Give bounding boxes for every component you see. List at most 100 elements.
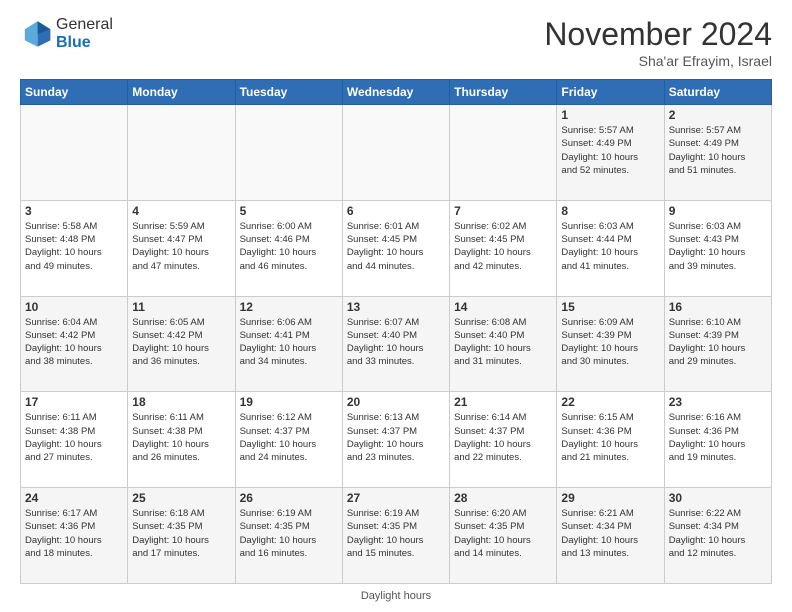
calendar-header-saturday: Saturday <box>664 80 771 105</box>
calendar-cell: 8 Sunrise: 6:03 AM Sunset: 4:44 PM Daylig… <box>557 200 664 296</box>
location-subtitle: Sha'ar Efrayim, Israel <box>544 53 772 69</box>
day-info: Sunrise: 5:59 AM Sunset: 4:47 PM Dayligh… <box>132 220 230 273</box>
logo-general: General <box>56 16 113 34</box>
day-info: Sunrise: 6:07 AM Sunset: 4:40 PM Dayligh… <box>347 316 445 369</box>
footer: Daylight hours <box>20 590 772 602</box>
calendar-header-tuesday: Tuesday <box>235 80 342 105</box>
logo-blue: Blue <box>56 34 113 52</box>
calendar-cell: 13 Sunrise: 6:07 AM Sunset: 4:40 PM Dayli… <box>342 296 449 392</box>
day-info: Sunrise: 6:03 AM Sunset: 4:44 PM Dayligh… <box>561 220 659 273</box>
day-info: Sunrise: 6:21 AM Sunset: 4:34 PM Dayligh… <box>561 507 659 560</box>
day-info: Sunrise: 6:06 AM Sunset: 4:41 PM Dayligh… <box>240 316 338 369</box>
day-number: 24 <box>25 491 123 505</box>
day-info: Sunrise: 6:11 AM Sunset: 4:38 PM Dayligh… <box>132 411 230 464</box>
calendar-cell: 22 Sunrise: 6:15 AM Sunset: 4:36 PM Dayli… <box>557 392 664 488</box>
day-number: 13 <box>347 300 445 314</box>
day-number: 6 <box>347 204 445 218</box>
day-number: 26 <box>240 491 338 505</box>
day-info: Sunrise: 5:57 AM Sunset: 4:49 PM Dayligh… <box>561 124 659 177</box>
day-number: 7 <box>454 204 552 218</box>
day-number: 28 <box>454 491 552 505</box>
calendar-cell: 30Sunrise: 6:22 AM Sunset: 4:34 PM Dayli… <box>664 488 771 584</box>
day-info: Sunrise: 6:14 AM Sunset: 4:37 PM Dayligh… <box>454 411 552 464</box>
calendar-header-friday: Friday <box>557 80 664 105</box>
day-number: 21 <box>454 395 552 409</box>
calendar-cell: 15Sunrise: 6:09 AM Sunset: 4:39 PM Dayli… <box>557 296 664 392</box>
calendar-cell: 7Sunrise: 6:02 AM Sunset: 4:45 PM Daylig… <box>450 200 557 296</box>
day-info: Sunrise: 6:01 AM Sunset: 4:45 PM Dayligh… <box>347 220 445 273</box>
day-number: 14 <box>454 300 552 314</box>
calendar-cell: 9Sunrise: 6:03 AM Sunset: 4:43 PM Daylig… <box>664 200 771 296</box>
calendar-cell: 10 Sunrise: 6:04 AM Sunset: 4:42 PM Dayli… <box>21 296 128 392</box>
day-number: 19 <box>240 395 338 409</box>
day-number: 20 <box>347 395 445 409</box>
day-info: Sunrise: 5:57 AM Sunset: 4:49 PM Dayligh… <box>669 124 767 177</box>
calendar-cell: 3 Sunrise: 5:58 AM Sunset: 4:48 PM Daylig… <box>21 200 128 296</box>
calendar-cell: 19 Sunrise: 6:12 AM Sunset: 4:37 PM Dayli… <box>235 392 342 488</box>
calendar-header-sunday: Sunday <box>21 80 128 105</box>
day-number: 27 <box>347 491 445 505</box>
day-info: Sunrise: 6:19 AM Sunset: 4:35 PM Dayligh… <box>347 507 445 560</box>
title-section: November 2024 Sha'ar Efrayim, Israel <box>544 16 772 69</box>
day-number: 17 <box>25 395 123 409</box>
calendar-cell: 20 Sunrise: 6:13 AM Sunset: 4:37 PM Dayli… <box>342 392 449 488</box>
calendar-cell <box>21 105 128 201</box>
calendar-week-1: 1 Sunrise: 5:57 AM Sunset: 4:49 PM Daylig… <box>21 105 772 201</box>
day-info: Sunrise: 6:10 AM Sunset: 4:39 PM Dayligh… <box>669 316 767 369</box>
calendar-table: SundayMondayTuesdayWednesdayThursdayFrid… <box>20 79 772 584</box>
day-info: Sunrise: 6:03 AM Sunset: 4:43 PM Dayligh… <box>669 220 767 273</box>
calendar-header-wednesday: Wednesday <box>342 80 449 105</box>
calendar-cell: 11Sunrise: 6:05 AM Sunset: 4:42 PM Dayli… <box>128 296 235 392</box>
header: General Blue November 2024 Sha'ar Efrayi… <box>20 16 772 69</box>
logo: General Blue <box>20 16 113 51</box>
calendar-cell <box>342 105 449 201</box>
day-number: 22 <box>561 395 659 409</box>
day-number: 16 <box>669 300 767 314</box>
day-number: 10 <box>25 300 123 314</box>
day-number: 18 <box>132 395 230 409</box>
day-number: 29 <box>561 491 659 505</box>
day-info: Sunrise: 6:04 AM Sunset: 4:42 PM Dayligh… <box>25 316 123 369</box>
day-info: Sunrise: 6:19 AM Sunset: 4:35 PM Dayligh… <box>240 507 338 560</box>
day-number: 3 <box>25 204 123 218</box>
calendar-cell <box>450 105 557 201</box>
day-info: Sunrise: 6:20 AM Sunset: 4:35 PM Dayligh… <box>454 507 552 560</box>
calendar-cell: 29 Sunrise: 6:21 AM Sunset: 4:34 PM Dayli… <box>557 488 664 584</box>
calendar-cell: 25Sunrise: 6:18 AM Sunset: 4:35 PM Dayli… <box>128 488 235 584</box>
day-number: 5 <box>240 204 338 218</box>
day-number: 1 <box>561 108 659 122</box>
day-number: 4 <box>132 204 230 218</box>
calendar-header-monday: Monday <box>128 80 235 105</box>
calendar-week-3: 10 Sunrise: 6:04 AM Sunset: 4:42 PM Dayli… <box>21 296 772 392</box>
day-number: 11 <box>132 300 230 314</box>
day-number: 2 <box>669 108 767 122</box>
day-info: Sunrise: 6:13 AM Sunset: 4:37 PM Dayligh… <box>347 411 445 464</box>
day-info: Sunrise: 6:00 AM Sunset: 4:46 PM Dayligh… <box>240 220 338 273</box>
month-title: November 2024 <box>544 16 772 53</box>
calendar-cell: 4 Sunrise: 5:59 AM Sunset: 4:47 PM Daylig… <box>128 200 235 296</box>
calendar-week-4: 17 Sunrise: 6:11 AM Sunset: 4:38 PM Dayli… <box>21 392 772 488</box>
day-info: Sunrise: 6:16 AM Sunset: 4:36 PM Dayligh… <box>669 411 767 464</box>
logo-icon <box>20 18 52 50</box>
day-number: 12 <box>240 300 338 314</box>
day-info: Sunrise: 6:17 AM Sunset: 4:36 PM Dayligh… <box>25 507 123 560</box>
day-info: Sunrise: 6:08 AM Sunset: 4:40 PM Dayligh… <box>454 316 552 369</box>
day-number: 8 <box>561 204 659 218</box>
calendar-cell: 5 Sunrise: 6:00 AM Sunset: 4:46 PM Daylig… <box>235 200 342 296</box>
page: General Blue November 2024 Sha'ar Efrayi… <box>0 0 792 612</box>
day-info: Sunrise: 6:15 AM Sunset: 4:36 PM Dayligh… <box>561 411 659 464</box>
calendar-cell: 27 Sunrise: 6:19 AM Sunset: 4:35 PM Dayli… <box>342 488 449 584</box>
day-info: Sunrise: 5:58 AM Sunset: 4:48 PM Dayligh… <box>25 220 123 273</box>
day-info: Sunrise: 6:22 AM Sunset: 4:34 PM Dayligh… <box>669 507 767 560</box>
day-number: 25 <box>132 491 230 505</box>
calendar-header-thursday: Thursday <box>450 80 557 105</box>
day-number: 15 <box>561 300 659 314</box>
calendar-cell: 26 Sunrise: 6:19 AM Sunset: 4:35 PM Dayli… <box>235 488 342 584</box>
calendar-cell <box>128 105 235 201</box>
calendar-cell: 23 Sunrise: 6:16 AM Sunset: 4:36 PM Dayli… <box>664 392 771 488</box>
calendar-week-5: 24 Sunrise: 6:17 AM Sunset: 4:36 PM Dayli… <box>21 488 772 584</box>
calendar-cell: 21 Sunrise: 6:14 AM Sunset: 4:37 PM Dayli… <box>450 392 557 488</box>
day-info: Sunrise: 6:12 AM Sunset: 4:37 PM Dayligh… <box>240 411 338 464</box>
day-number: 23 <box>669 395 767 409</box>
calendar-cell: 1 Sunrise: 5:57 AM Sunset: 4:49 PM Daylig… <box>557 105 664 201</box>
